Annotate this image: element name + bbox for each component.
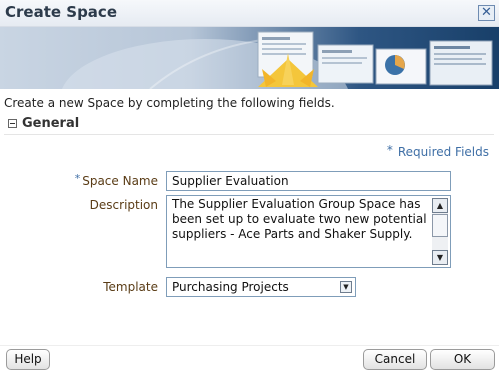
close-icon[interactable]: ✕ xyxy=(478,5,495,21)
scroll-down-icon[interactable]: ▼ xyxy=(432,250,448,265)
space-name-label-text: Space Name xyxy=(82,174,158,188)
dialog-title: Create Space xyxy=(5,3,117,21)
description-scrollbar[interactable]: ▲ ▼ xyxy=(432,198,448,265)
section-divider xyxy=(4,134,494,135)
section-label: General xyxy=(22,115,80,131)
required-fields-note: * Required Fields xyxy=(386,143,489,159)
required-star: * xyxy=(74,172,81,185)
section-general[interactable]: General xyxy=(8,114,79,132)
template-value: Purchasing Projects xyxy=(172,280,289,294)
description-label: Description xyxy=(89,198,158,212)
space-name-label: * Space Name xyxy=(74,172,158,188)
space-name-input[interactable]: Supplier Evaluation xyxy=(166,171,451,191)
banner-image xyxy=(0,27,499,89)
scroll-up-icon[interactable]: ▲ xyxy=(432,198,448,213)
ok-button[interactable]: OK xyxy=(430,349,495,370)
scroll-thumb[interactable] xyxy=(432,214,448,237)
instruction-text: Create a new Space by completing the fol… xyxy=(4,96,335,110)
collapse-icon[interactable] xyxy=(8,118,17,128)
required-text: Required Fields xyxy=(397,145,489,159)
description-textarea[interactable]: The Supplier Evaluation Group Space has … xyxy=(166,195,451,268)
description-text: The Supplier Evaluation Group Space has … xyxy=(172,197,427,241)
title-bar: Create Space ✕ xyxy=(0,0,499,27)
chevron-down-icon[interactable]: ▼ xyxy=(340,281,352,293)
create-space-dialog: Create Space ✕ Create a new Space by com… xyxy=(0,0,499,373)
footer-divider xyxy=(0,345,499,346)
banner-graphic xyxy=(62,31,493,89)
template-select[interactable]: Purchasing Projects ▼ xyxy=(166,277,356,297)
required-star: * xyxy=(386,143,393,157)
help-button[interactable]: Help xyxy=(6,349,50,370)
template-label: Template xyxy=(103,280,158,294)
cancel-button[interactable]: Cancel xyxy=(363,349,427,370)
